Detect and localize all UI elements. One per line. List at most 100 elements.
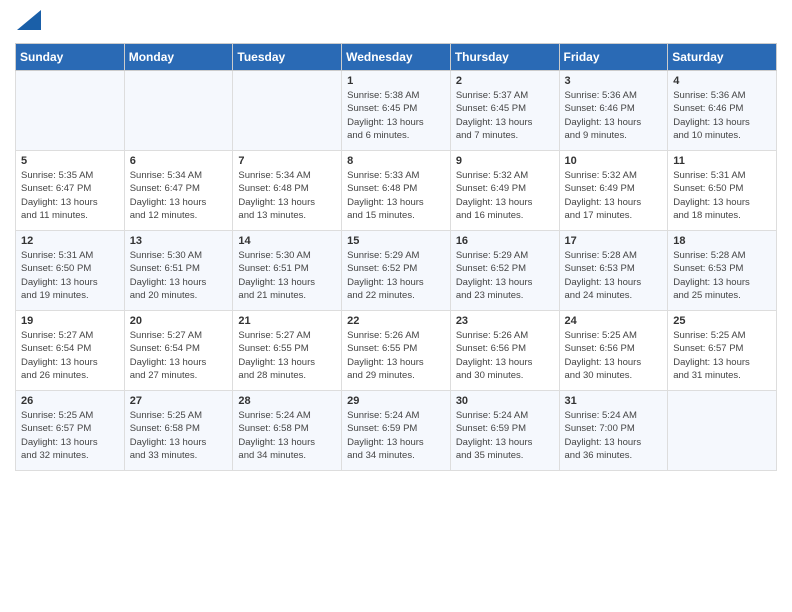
day-info: Sunrise: 5:27 AM Sunset: 6:55 PM Dayligh… [238, 329, 336, 382]
day-number: 16 [456, 235, 554, 247]
day-number: 15 [347, 235, 445, 247]
calendar-cell: 2Sunrise: 5:37 AM Sunset: 6:45 PM Daylig… [450, 71, 559, 151]
day-number: 25 [673, 315, 771, 327]
day-number: 3 [565, 75, 663, 87]
logo-icon [17, 10, 41, 30]
day-number: 31 [565, 395, 663, 407]
weekday-header: Tuesday [233, 44, 342, 71]
day-info: Sunrise: 5:38 AM Sunset: 6:45 PM Dayligh… [347, 89, 445, 142]
day-info: Sunrise: 5:28 AM Sunset: 6:53 PM Dayligh… [673, 249, 771, 302]
day-info: Sunrise: 5:24 AM Sunset: 6:58 PM Dayligh… [238, 409, 336, 462]
calendar-cell: 27 Sunrise: 5:25 AM Sunset: 6:58 PM Dayli… [124, 391, 233, 471]
day-info: Sunrise: 5:25 AM Sunset: 6:58 PM Dayligh… [130, 409, 228, 462]
calendar-cell: 9Sunrise: 5:32 AM Sunset: 6:49 PM Daylig… [450, 151, 559, 231]
calendar-cell [16, 71, 125, 151]
calendar-cell: 11 Sunrise: 5:31 AM Sunset: 6:50 PM Dayli… [668, 151, 777, 231]
day-info: Sunrise: 5:30 AM Sunset: 6:51 PM Dayligh… [238, 249, 336, 302]
calendar-week-row: 26 Sunrise: 5:25 AM Sunset: 6:57 PM Dayli… [16, 391, 777, 471]
day-number: 11 [673, 155, 771, 167]
calendar-cell: 8Sunrise: 5:33 AM Sunset: 6:48 PM Daylig… [342, 151, 451, 231]
calendar-cell: 18 Sunrise: 5:28 AM Sunset: 6:53 PM Dayli… [668, 231, 777, 311]
day-info: Sunrise: 5:26 AM Sunset: 6:56 PM Dayligh… [456, 329, 554, 382]
logo [15, 10, 41, 35]
calendar-cell: 26 Sunrise: 5:25 AM Sunset: 6:57 PM Dayli… [16, 391, 125, 471]
day-info: Sunrise: 5:35 AM Sunset: 6:47 PM Dayligh… [21, 169, 119, 222]
calendar-week-row: 12 Sunrise: 5:31 AM Sunset: 6:50 PM Dayli… [16, 231, 777, 311]
calendar-cell [668, 391, 777, 471]
day-info: Sunrise: 5:31 AM Sunset: 6:50 PM Dayligh… [673, 169, 771, 222]
calendar-cell: 25 Sunrise: 5:25 AM Sunset: 6:57 PM Dayli… [668, 311, 777, 391]
day-number: 12 [21, 235, 119, 247]
day-info: Sunrise: 5:30 AM Sunset: 6:51 PM Dayligh… [130, 249, 228, 302]
day-number: 4 [673, 75, 771, 87]
calendar-week-row: 1 Sunrise: 5:38 AM Sunset: 6:45 PM Daylig… [16, 71, 777, 151]
day-number: 6 [130, 155, 228, 167]
day-info: Sunrise: 5:29 AM Sunset: 6:52 PM Dayligh… [456, 249, 554, 302]
calendar-cell: 15 Sunrise: 5:29 AM Sunset: 6:52 PM Dayli… [342, 231, 451, 311]
day-number: 27 [130, 395, 228, 407]
day-number: 26 [21, 395, 119, 407]
day-info: Sunrise: 5:28 AM Sunset: 6:53 PM Dayligh… [565, 249, 663, 302]
calendar-cell: 30Sunrise: 5:24 AM Sunset: 6:59 PM Dayli… [450, 391, 559, 471]
calendar-cell: 12 Sunrise: 5:31 AM Sunset: 6:50 PM Dayli… [16, 231, 125, 311]
day-info: Sunrise: 5:32 AM Sunset: 6:49 PM Dayligh… [456, 169, 554, 222]
day-info: Sunrise: 5:37 AM Sunset: 6:45 PM Dayligh… [456, 89, 554, 142]
day-number: 13 [130, 235, 228, 247]
calendar-cell: 4 Sunrise: 5:36 AM Sunset: 6:46 PM Daylig… [668, 71, 777, 151]
day-info: Sunrise: 5:36 AM Sunset: 6:46 PM Dayligh… [565, 89, 663, 142]
day-number: 10 [565, 155, 663, 167]
calendar-cell: 29Sunrise: 5:24 AM Sunset: 6:59 PM Dayli… [342, 391, 451, 471]
day-info: Sunrise: 5:24 AM Sunset: 7:00 PM Dayligh… [565, 409, 663, 462]
day-number: 19 [21, 315, 119, 327]
calendar-cell: 22 Sunrise: 5:26 AM Sunset: 6:55 PM Dayli… [342, 311, 451, 391]
calendar-cell: 7 Sunrise: 5:34 AM Sunset: 6:48 PM Daylig… [233, 151, 342, 231]
page-header [15, 10, 777, 35]
calendar-cell [233, 71, 342, 151]
calendar-cell: 3 Sunrise: 5:36 AM Sunset: 6:46 PM Daylig… [559, 71, 668, 151]
weekday-header: Saturday [668, 44, 777, 71]
calendar-week-row: 5Sunrise: 5:35 AM Sunset: 6:47 PM Daylig… [16, 151, 777, 231]
calendar-cell: 14Sunrise: 5:30 AM Sunset: 6:51 PM Dayli… [233, 231, 342, 311]
day-info: Sunrise: 5:36 AM Sunset: 6:46 PM Dayligh… [673, 89, 771, 142]
day-number: 23 [456, 315, 554, 327]
day-info: Sunrise: 5:27 AM Sunset: 6:54 PM Dayligh… [21, 329, 119, 382]
day-info: Sunrise: 5:34 AM Sunset: 6:48 PM Dayligh… [238, 169, 336, 222]
day-number: 21 [238, 315, 336, 327]
calendar-cell: 16 Sunrise: 5:29 AM Sunset: 6:52 PM Dayli… [450, 231, 559, 311]
day-number: 8 [347, 155, 445, 167]
day-info: Sunrise: 5:25 AM Sunset: 6:56 PM Dayligh… [565, 329, 663, 382]
calendar-cell: 23 Sunrise: 5:26 AM Sunset: 6:56 PM Dayli… [450, 311, 559, 391]
calendar-cell: 1 Sunrise: 5:38 AM Sunset: 6:45 PM Daylig… [342, 71, 451, 151]
day-number: 17 [565, 235, 663, 247]
calendar-cell: 21 Sunrise: 5:27 AM Sunset: 6:55 PM Dayli… [233, 311, 342, 391]
calendar-cell: 17 Sunrise: 5:28 AM Sunset: 6:53 PM Dayli… [559, 231, 668, 311]
calendar-cell: 19 Sunrise: 5:27 AM Sunset: 6:54 PM Dayli… [16, 311, 125, 391]
calendar-cell [124, 71, 233, 151]
day-number: 22 [347, 315, 445, 327]
day-info: Sunrise: 5:34 AM Sunset: 6:47 PM Dayligh… [130, 169, 228, 222]
calendar-cell: 24 Sunrise: 5:25 AM Sunset: 6:56 PM Dayli… [559, 311, 668, 391]
calendar-cell: 13 Sunrise: 5:30 AM Sunset: 6:51 PM Dayli… [124, 231, 233, 311]
day-number: 20 [130, 315, 228, 327]
calendar-week-row: 19 Sunrise: 5:27 AM Sunset: 6:54 PM Dayli… [16, 311, 777, 391]
day-number: 18 [673, 235, 771, 247]
calendar-cell: 31 Sunrise: 5:24 AM Sunset: 7:00 PM Dayli… [559, 391, 668, 471]
day-number: 7 [238, 155, 336, 167]
day-info: Sunrise: 5:24 AM Sunset: 6:59 PM Dayligh… [456, 409, 554, 462]
day-info: Sunrise: 5:24 AM Sunset: 6:59 PM Dayligh… [347, 409, 445, 462]
day-info: Sunrise: 5:29 AM Sunset: 6:52 PM Dayligh… [347, 249, 445, 302]
calendar-cell: 20Sunrise: 5:27 AM Sunset: 6:54 PM Dayli… [124, 311, 233, 391]
day-info: Sunrise: 5:25 AM Sunset: 6:57 PM Dayligh… [673, 329, 771, 382]
weekday-header: Thursday [450, 44, 559, 71]
weekday-header: Friday [559, 44, 668, 71]
calendar-table: SundayMondayTuesdayWednesdayThursdayFrid… [15, 43, 777, 471]
weekday-header: Sunday [16, 44, 125, 71]
day-info: Sunrise: 5:26 AM Sunset: 6:55 PM Dayligh… [347, 329, 445, 382]
day-info: Sunrise: 5:31 AM Sunset: 6:50 PM Dayligh… [21, 249, 119, 302]
day-info: Sunrise: 5:25 AM Sunset: 6:57 PM Dayligh… [21, 409, 119, 462]
weekday-header: Monday [124, 44, 233, 71]
day-number: 1 [347, 75, 445, 87]
day-number: 24 [565, 315, 663, 327]
calendar-cell: 28Sunrise: 5:24 AM Sunset: 6:58 PM Dayli… [233, 391, 342, 471]
day-info: Sunrise: 5:32 AM Sunset: 6:49 PM Dayligh… [565, 169, 663, 222]
